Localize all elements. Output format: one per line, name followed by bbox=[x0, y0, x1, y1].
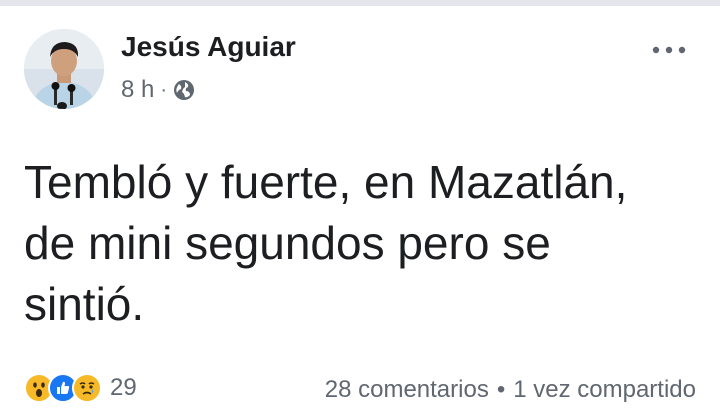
post-text: Tembló y fuerte, en Mazatlán, de mini se… bbox=[24, 156, 628, 330]
reaction-count: 29 bbox=[110, 374, 137, 401]
post-meta: 8 h · bbox=[121, 76, 195, 104]
engagement-separator: • bbox=[496, 376, 506, 403]
avatar[interactable] bbox=[24, 29, 104, 109]
author-name[interactable]: Jesús Aguiar bbox=[121, 31, 296, 63]
post-timestamp[interactable]: 8 h bbox=[121, 76, 154, 104]
post-card: Jesús Aguiar 8 h · Tembló y fuerte, en M… bbox=[0, 6, 720, 416]
comments-link[interactable]: 28 comentarios bbox=[325, 376, 489, 404]
shares-link[interactable]: 1 vez compartido bbox=[513, 376, 696, 404]
reactions-summary[interactable]: 29 bbox=[24, 372, 137, 404]
sad-emoji-icon bbox=[72, 373, 102, 403]
globe-icon[interactable] bbox=[173, 79, 195, 101]
engagement-summary: 28 comentarios • 1 vez compartido bbox=[325, 376, 696, 404]
post-footer: 29 28 comentarios • 1 vez compartido bbox=[0, 368, 720, 408]
more-options-button[interactable] bbox=[644, 30, 694, 70]
more-dots-icon bbox=[652, 46, 686, 54]
meta-separator: · bbox=[160, 78, 168, 101]
